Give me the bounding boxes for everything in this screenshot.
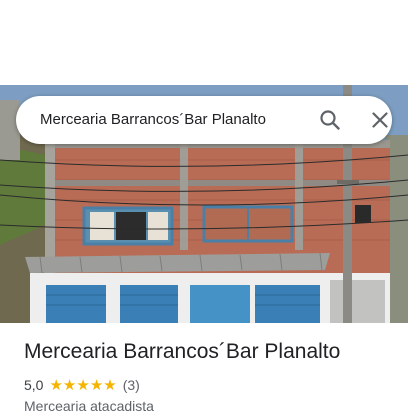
- top-blank-area: [0, 0, 408, 85]
- search-input[interactable]: Mercearia Barrancos´Bar Planalto: [40, 96, 266, 144]
- rating-value: 5,0: [24, 377, 44, 393]
- rating-row[interactable]: 5,0 ★ ★ ★ ★ ★ (3): [24, 376, 140, 394]
- search-icon[interactable]: [318, 108, 342, 132]
- star-icon: ★: [62, 376, 77, 394]
- place-category: Mercearia atacadista: [24, 398, 154, 414]
- star-icon: ★: [89, 376, 104, 394]
- star-icon: ★: [103, 376, 117, 394]
- place-title: Mercearia Barrancos´Bar Planalto: [24, 340, 341, 363]
- star-rating: ★ ★ ★ ★ ★: [49, 378, 116, 393]
- star-icon: ★: [76, 376, 90, 394]
- close-icon[interactable]: [368, 108, 392, 132]
- search-bar[interactable]: Mercearia Barrancos´Bar Planalto: [16, 96, 392, 144]
- review-count[interactable]: (3): [123, 377, 140, 393]
- star-icon: ★: [49, 376, 63, 394]
